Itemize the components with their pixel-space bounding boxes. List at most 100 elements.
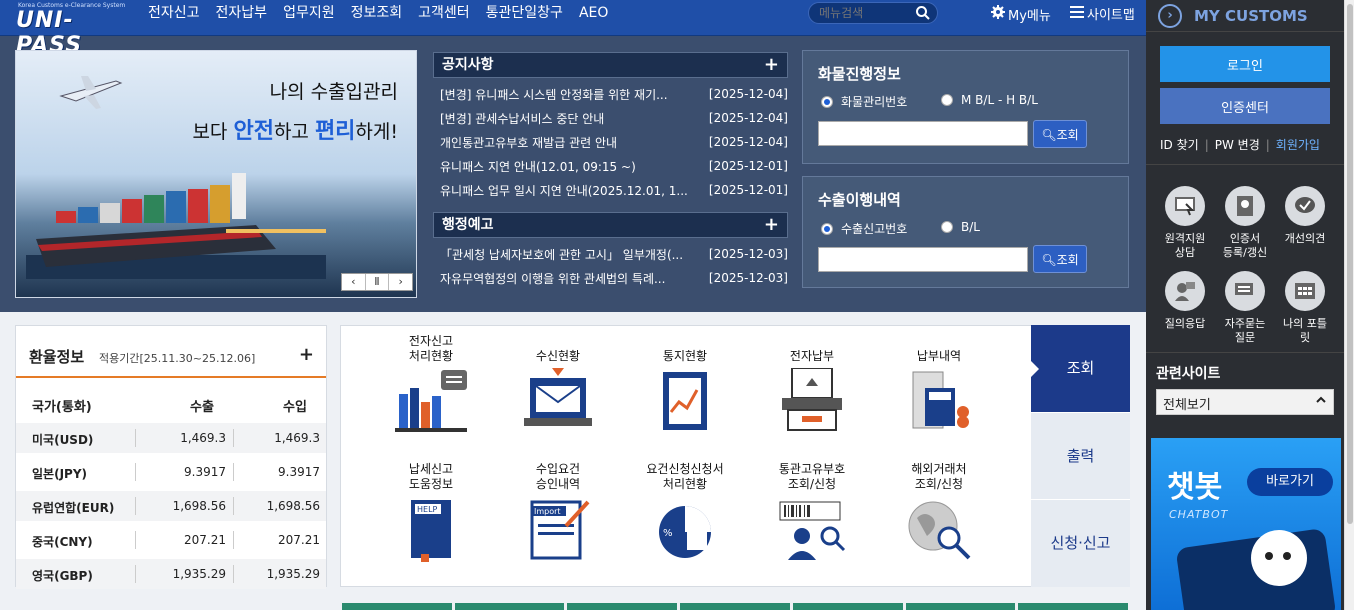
export-number-input[interactable] bbox=[818, 247, 1028, 272]
service-import-approval[interactable]: 수입요건 승인내역 Import bbox=[498, 462, 618, 565]
service-e-payment[interactable]: 전자납부 bbox=[752, 334, 872, 437]
sitemap-button[interactable]: 사이트맵 bbox=[1070, 4, 1135, 23]
chatbot-banner[interactable]: 챗봇 바로가기 CHATBOT bbox=[1151, 438, 1341, 610]
admin-notice-item[interactable]: 「관세청 납세자보호에 관한 고시」 일부개정(... [2025-12-03] bbox=[433, 242, 788, 266]
my-menu-button[interactable]: My메뉴 bbox=[990, 4, 1051, 24]
join-link[interactable]: 회원가입 bbox=[1276, 138, 1320, 152]
notice-item[interactable]: 유니패스 지연 안내(12.01, 09:15 ~) [2025-12-01] bbox=[433, 154, 788, 178]
remote-support-icon bbox=[1165, 186, 1205, 226]
service-requirement-status[interactable]: 요건신청신청서 처리현황 % bbox=[625, 462, 745, 565]
service-overseas-partner[interactable]: 해외거래처 조회/신청 bbox=[879, 462, 999, 565]
bottom-banner-strip bbox=[342, 603, 1129, 610]
chatbot-mascot-icon bbox=[1251, 530, 1307, 586]
quick-label: 개선의견 bbox=[1284, 232, 1326, 245]
notice-item[interactable]: [변경] 유니패스 시스템 안정화를 위한 재기... [2025-12-04] bbox=[433, 82, 788, 106]
export-radio-decl-no[interactable]: 수출신고번호 bbox=[821, 220, 907, 237]
chatbot-title: 챗봇 bbox=[1167, 470, 1223, 505]
card-payment-icon bbox=[782, 367, 842, 431]
id-find-link[interactable]: ID 찾기 bbox=[1160, 138, 1199, 152]
tab-apply-declare[interactable]: 신청·신고 bbox=[1031, 499, 1130, 587]
tab-lookup[interactable]: 조회 bbox=[1031, 325, 1130, 412]
scrollbar[interactable] bbox=[1344, 0, 1354, 610]
banner-line2: 보다 안전하고 편리하게! bbox=[192, 119, 398, 144]
top-bar: Korea Customs e-Clearance System UNI-PAS… bbox=[0, 0, 1146, 58]
svg-text:%: % bbox=[663, 528, 673, 539]
service-notification-status[interactable]: 통지현황 bbox=[625, 334, 745, 437]
export-search-button[interactable]: 🔍︎조회 bbox=[1033, 245, 1087, 273]
notice-more-button[interactable]: + bbox=[764, 53, 779, 77]
notice-panel: 공지사항 + [변경] 유니패스 시스템 안정화를 위한 재기... [2025-1… bbox=[433, 52, 788, 202]
service-tax-help[interactable]: 납세신고 도움정보 HELP bbox=[371, 462, 491, 565]
search-icon[interactable] bbox=[915, 5, 931, 24]
menu-search-input[interactable] bbox=[819, 5, 909, 21]
faq-icon bbox=[1225, 271, 1265, 311]
admin-notice-item[interactable]: 자유무역협정의 이행을 위한 관세법의 특례... [2025-12-03] bbox=[433, 266, 788, 290]
related-sites-select[interactable]: 전체보기 bbox=[1156, 389, 1334, 415]
admin-notice-header: 행정예고 + bbox=[433, 212, 788, 238]
service-tabs: 조회 출력 신청·신고 bbox=[1031, 325, 1130, 587]
chatbot-go-button[interactable]: 바로가기 bbox=[1247, 468, 1333, 496]
cargo-progress-box: 화물진행정보 화물관리번호 M B/L - H B/L 🔍︎조회 bbox=[802, 50, 1129, 164]
cargo-search-button[interactable]: 🔍︎조회 bbox=[1033, 120, 1087, 148]
nav-item-work-support[interactable]: 업무지원 bbox=[283, 0, 335, 36]
nav-item-customer-center[interactable]: 고객센터 bbox=[418, 0, 470, 36]
cargo-radio-mgmt-no[interactable]: 화물관리번호 bbox=[821, 93, 907, 110]
gear-icon bbox=[990, 4, 1006, 24]
cargo-radio-bl[interactable]: M B/L - H B/L bbox=[941, 93, 1038, 107]
banner-line1: 나의 수출입관리 bbox=[269, 81, 398, 103]
notice-item[interactable]: 유니패스 업무 일시 지연 안내(2025.12.01, 1... [2025-1… bbox=[433, 178, 788, 202]
svg-text:HELP: HELP bbox=[417, 505, 438, 514]
pw-change-link[interactable]: PW 변경 bbox=[1215, 138, 1260, 152]
related-sites-value: 전체보기 bbox=[1163, 398, 1211, 413]
login-button[interactable]: 로그인 bbox=[1160, 46, 1330, 82]
nav-item-single-window[interactable]: 통관단일창구 bbox=[486, 0, 563, 36]
import-doc-icon: Import bbox=[530, 500, 590, 560]
admin-notice-panel: 행정예고 + 「관세청 납세자보호에 관한 고시」 일부개정(... [2025-1… bbox=[433, 212, 788, 290]
barcode-search-icon bbox=[779, 501, 846, 560]
cert-center-button[interactable]: 인증센터 bbox=[1160, 88, 1330, 124]
quick-label: 나의 포틀 릿 bbox=[1283, 317, 1327, 344]
admin-notice-more-button[interactable]: + bbox=[764, 213, 779, 237]
unipass-logo[interactable]: Korea Customs e-Clearance System UNI-PAS… bbox=[14, 2, 125, 58]
chevron-right-icon[interactable]: › bbox=[1158, 3, 1182, 28]
quick-portlet[interactable]: 나의 포틀 릿 bbox=[1270, 271, 1340, 345]
service-grid: 전자신고 처리현황 수신현황 통지현황 전자납부 납부내역 납세신고 도움정보 … bbox=[340, 325, 1032, 587]
scrollbar-thumb[interactable] bbox=[1347, 4, 1353, 524]
nav-item-info-lookup[interactable]: 정보조회 bbox=[351, 0, 403, 36]
exchange-header: 환율정보 적용기간[25.11.30~25.12.06] + bbox=[16, 326, 326, 378]
cargo-number-input[interactable] bbox=[818, 121, 1028, 146]
service-e-declaration-status[interactable]: 전자신고 처리현황 bbox=[371, 334, 491, 437]
mail-laptop-icon bbox=[524, 368, 592, 426]
banner-pause-button[interactable]: Ⅱ bbox=[366, 274, 390, 290]
cargo-title: 화물진행정보 bbox=[818, 65, 901, 83]
banner-prev-button[interactable]: ‹ bbox=[342, 274, 366, 290]
service-label: 수신현황 bbox=[535, 349, 581, 363]
export-radio-bl[interactable]: B/L bbox=[941, 220, 980, 234]
tab-print[interactable]: 출력 bbox=[1031, 412, 1130, 499]
col-export: 수출 bbox=[190, 400, 214, 415]
service-label: 전자신고 처리현황 bbox=[408, 334, 454, 363]
table-row: 일본(JPY) 9.3917 9.3917 bbox=[32, 463, 320, 481]
my-customs-header: › MY CUSTOMS bbox=[1146, 0, 1344, 32]
exchange-more-button[interactable]: + bbox=[299, 344, 314, 365]
portlet-icon bbox=[1285, 271, 1325, 311]
service-customs-code[interactable]: 통관고유부호 조회/신청 bbox=[752, 462, 872, 565]
main-nav: 전자신고 전자납부 업무지원 정보조회 고객센터 통관단일창구 AEO bbox=[148, 0, 624, 36]
nav-item-aeo[interactable]: AEO bbox=[579, 0, 608, 36]
banner-next-button[interactable]: › bbox=[389, 274, 412, 290]
qna-icon bbox=[1165, 271, 1205, 311]
sitemap-label: 사이트맵 bbox=[1087, 8, 1135, 23]
nav-item-e-payment[interactable]: 전자납부 bbox=[216, 0, 268, 36]
quick-label: 인증서 등록/갱신 bbox=[1222, 232, 1268, 259]
quick-improvement[interactable]: 개선의견 bbox=[1270, 186, 1340, 246]
col-country: 국가(통화) bbox=[32, 400, 92, 415]
main-banner[interactable]: 나의 수출입관리 보다 안전하고 편리하게! ‹ Ⅱ › bbox=[15, 50, 417, 298]
notice-item[interactable]: [변경] 관세수납서비스 중단 안내 [2025-12-04] bbox=[433, 106, 788, 130]
globe-search-icon bbox=[908, 501, 971, 560]
service-payment-history[interactable]: 납부내역 bbox=[879, 334, 999, 437]
quick-label: 자주묻는 질문 bbox=[1224, 317, 1266, 344]
exchange-title: 환율정보 bbox=[29, 348, 85, 366]
notice-item[interactable]: 개인통관고유부호 재발급 관련 안내 [2025-12-04] bbox=[433, 130, 788, 154]
nav-item-e-declaration[interactable]: 전자신고 bbox=[148, 0, 200, 36]
service-receipt-status[interactable]: 수신현황 bbox=[498, 334, 618, 437]
